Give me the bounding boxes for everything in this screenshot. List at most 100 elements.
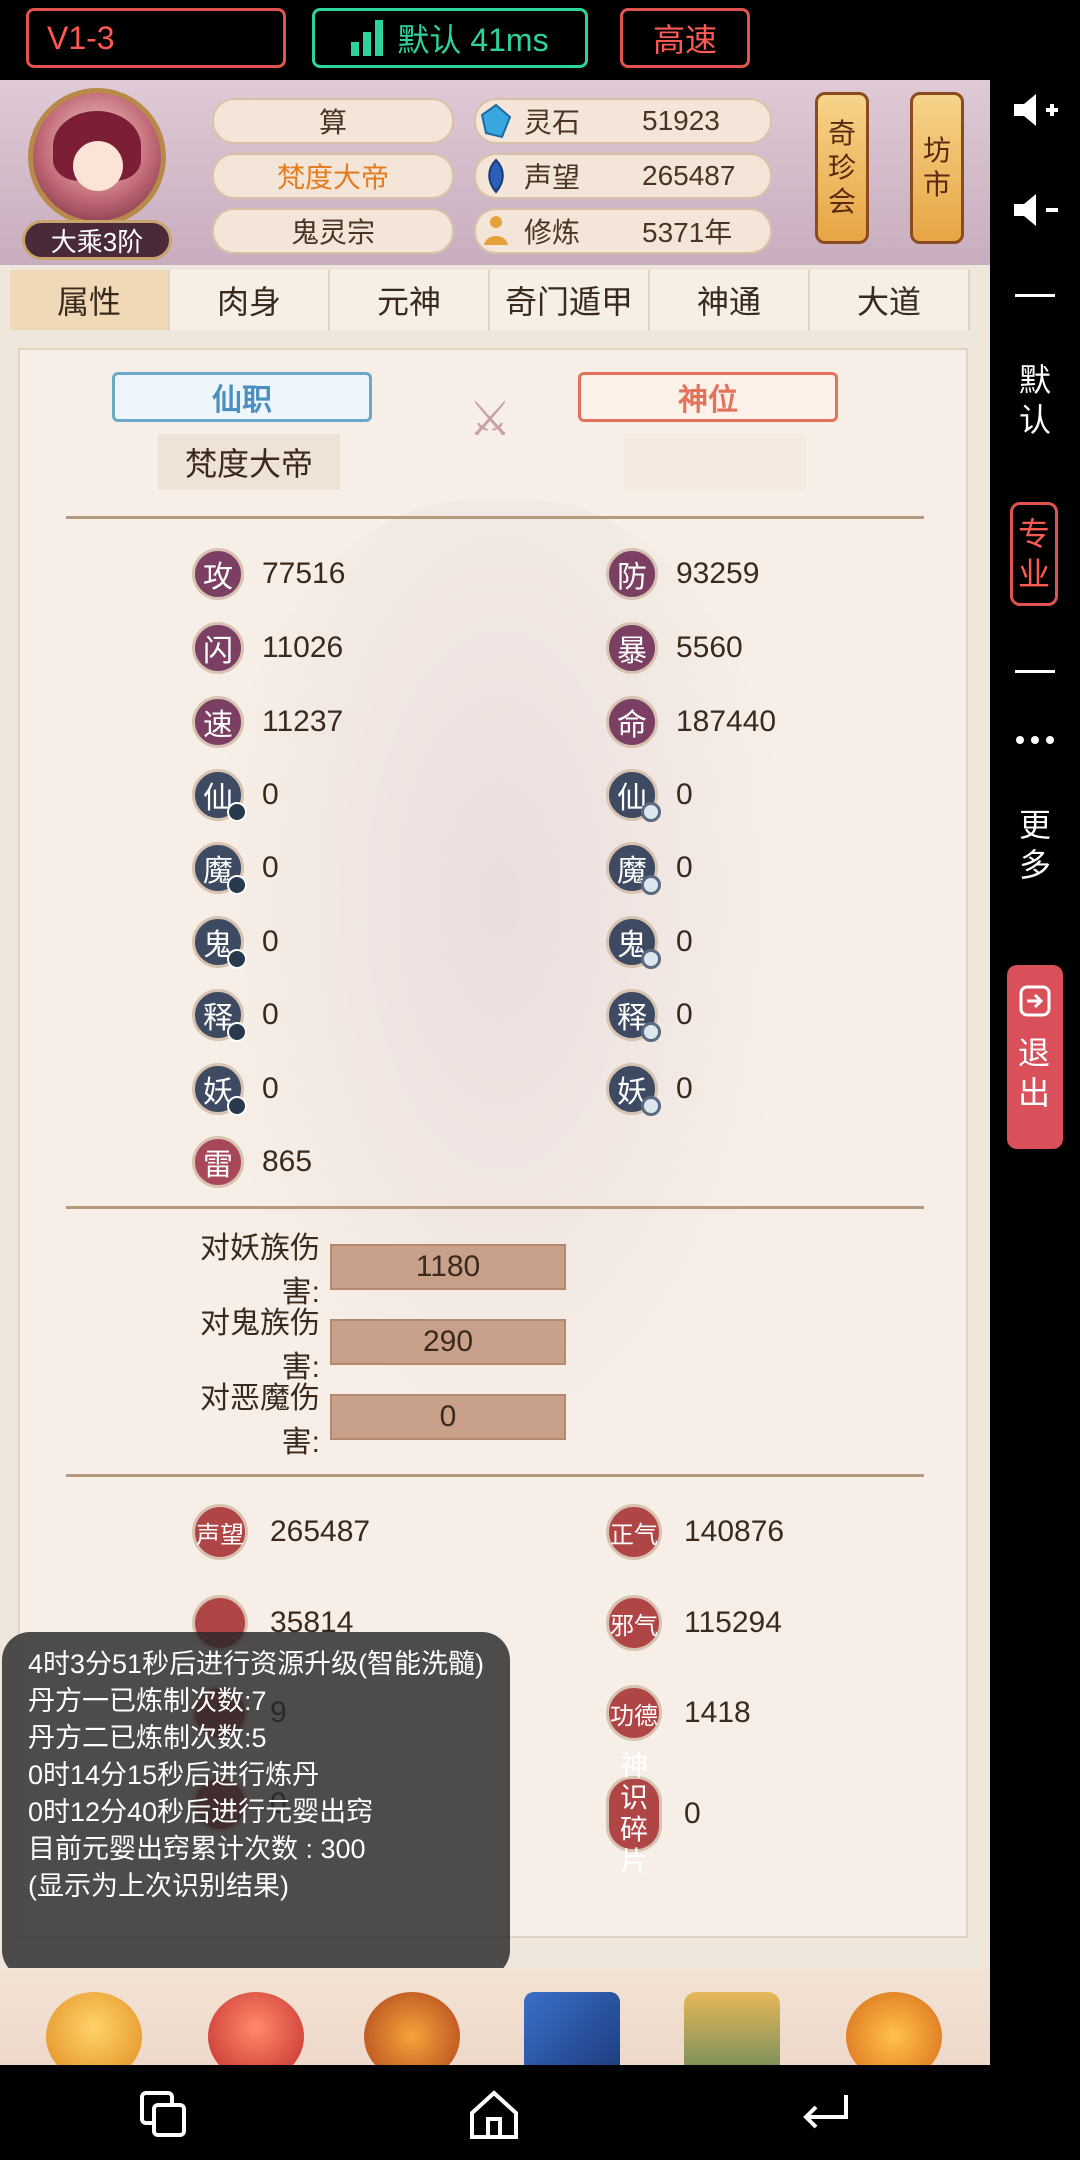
cultivate-icon	[46, 1992, 142, 2065]
market-lantern[interactable]: 坊市	[910, 92, 964, 244]
nav-storage[interactable]: 储物	[186, 1986, 326, 2065]
stat-value: 0	[262, 1072, 279, 1105]
damage-value: 1180	[330, 1244, 566, 1290]
back-icon[interactable]	[796, 2087, 852, 2143]
volume-down-icon	[1014, 194, 1058, 226]
overlay-line: 0时12分40秒后进行元婴出窍	[28, 1797, 374, 1827]
stat-thunder: 雷 865	[192, 1134, 312, 1190]
stat-speed: 速 11237	[192, 694, 343, 750]
stat-badge: 声望	[192, 1504, 248, 1560]
server-selector[interactable]: V1-3	[26, 8, 286, 68]
exit-icon	[1019, 985, 1051, 1017]
game-viewport: 大乘3阶 算 梵度大帝 鬼灵宗 灵石 51923 声望 265487 修炼 53…	[0, 80, 990, 2065]
nav-spirit-root[interactable]: 灵根	[342, 1986, 482, 2065]
default-mode-label: 默认	[1018, 362, 1051, 438]
stat-badge: 神识碎片	[619, 1750, 648, 1877]
nav-cultivate[interactable]: 修炼	[24, 1986, 164, 2065]
more-button[interactable]: 更多	[990, 800, 1080, 890]
player-title-field: 梵度大帝	[212, 153, 454, 199]
stat-badge: 正气	[606, 1504, 662, 1560]
default-mode-button[interactable]: 默认	[990, 355, 1080, 445]
attack-marker-icon	[227, 875, 247, 895]
storage-bag-icon	[208, 1992, 304, 2065]
recent-apps-icon[interactable]	[136, 2087, 192, 2143]
stat-value: 0	[676, 998, 693, 1031]
cultivation-rank-badge: 大乘3阶	[22, 220, 172, 260]
stat-value: 0	[262, 778, 279, 811]
gourd-icon	[846, 1992, 942, 2065]
resource-value: 51923	[642, 105, 720, 136]
crossed-swords-icon: ⚔	[468, 393, 512, 446]
stat-value: 0	[262, 851, 279, 884]
nav-fate[interactable]: 仙缘	[824, 1986, 964, 2065]
profile-tabs: 属性 肉身 元神 奇门遁甲 神通 大道	[10, 270, 970, 330]
stat-value: 11026	[262, 631, 344, 664]
stat-value: 77516	[262, 557, 346, 590]
network-latency-button[interactable]: 默认 41ms	[312, 8, 588, 68]
volume-up-icon	[1014, 94, 1058, 126]
home-icon[interactable]	[466, 2087, 522, 2143]
gem-icon	[480, 103, 512, 139]
stat-badge: 防	[606, 548, 658, 600]
speed-mode-button[interactable]: 高速	[620, 8, 750, 68]
avatar	[28, 88, 166, 226]
damage-label: 对恶魔伤害:	[200, 1382, 320, 1459]
ellipsis-icon[interactable]	[990, 725, 1080, 755]
resource-reputation: 声望 265487	[474, 153, 772, 199]
stat-yao-defense: 妖0	[606, 1061, 693, 1117]
more-label: 更多	[1018, 807, 1051, 883]
stat-badge: 闪	[192, 622, 244, 674]
defense-marker-icon	[641, 802, 661, 822]
stat-critical: 暴 5560	[606, 620, 743, 676]
resource-value: 5371年	[642, 217, 733, 248]
volume-down-button[interactable]	[990, 180, 1080, 240]
attack-marker-icon	[227, 1096, 247, 1116]
player-sect-field: 鬼灵宗	[212, 208, 454, 254]
control-side-panel: 默认 专业 更多 退出	[990, 80, 1080, 2065]
automation-status-overlay: 4时3分51秒后进行资源升级(智能洗髓) 丹方一已炼制次数:7 丹方二已炼制次数…	[2, 1632, 510, 1978]
damage-vs-yao: 对妖族伤害: 1180	[170, 1232, 566, 1309]
top-status-bar: V1-3 默认 41ms 高速	[0, 0, 990, 80]
tab-dao[interactable]: 大道	[810, 270, 970, 330]
damage-vs-gui: 对鬼族伤害: 290	[170, 1307, 566, 1384]
player-name-field: 算	[212, 98, 454, 144]
stat-defense: 防 93259	[606, 546, 759, 602]
tab-powers[interactable]: 神通	[650, 270, 810, 330]
attack-marker-icon	[227, 802, 247, 822]
defense-marker-icon	[641, 949, 661, 969]
pro-mode-button[interactable]: 专业	[1010, 502, 1058, 606]
exit-button[interactable]: 退出	[1007, 965, 1063, 1149]
stat-value: 0	[676, 778, 693, 811]
stat-badge: 速	[192, 696, 244, 748]
player-avatar[interactable]: 大乘3阶	[22, 88, 172, 260]
defense-marker-icon	[641, 1096, 661, 1116]
stat-dodge: 闪 11026	[192, 620, 343, 676]
damage-vs-demon: 对恶魔伤害: 0	[170, 1382, 566, 1459]
spirit-root-icon	[364, 1992, 460, 2065]
player-header: 大乘3阶 算 梵度大帝 鬼灵宗 灵石 51923 声望 265487 修炼 53…	[0, 80, 990, 265]
stat-shi-attack: 释0	[192, 987, 279, 1043]
nav-cave[interactable]: 洞府	[662, 1986, 802, 2065]
nav-techniques[interactable]: 功法	[502, 1986, 642, 2065]
defense-marker-icon	[641, 1022, 661, 1042]
tab-qimen[interactable]: 奇门遁甲	[490, 270, 650, 330]
stat-badge: 攻	[192, 548, 244, 600]
damage-value: 290	[330, 1319, 566, 1365]
resource-label: 修炼	[524, 217, 581, 248]
stat-value: 140876	[684, 1515, 785, 1548]
stat-gui-defense: 鬼0	[606, 914, 693, 970]
volume-up-button[interactable]	[990, 80, 1080, 140]
treasure-fair-lantern[interactable]: 奇珍会	[815, 92, 869, 244]
separator	[990, 666, 1080, 676]
divider	[66, 1206, 924, 1209]
resource-label: 灵石	[524, 107, 581, 138]
tab-attributes[interactable]: 属性	[10, 270, 170, 330]
attack-marker-icon	[227, 1022, 247, 1042]
stat-xian-attack: 仙0	[192, 767, 279, 823]
tab-spirit[interactable]: 元神	[330, 270, 490, 330]
stat-health: 命 187440	[606, 694, 776, 750]
lower-stat-righteous: 正气 140876	[606, 1504, 784, 1560]
resource-value: 265487	[642, 160, 736, 191]
tab-body[interactable]: 肉身	[170, 270, 330, 330]
lower-stat-soul-fragments: 神识碎片 0	[606, 1750, 701, 1877]
